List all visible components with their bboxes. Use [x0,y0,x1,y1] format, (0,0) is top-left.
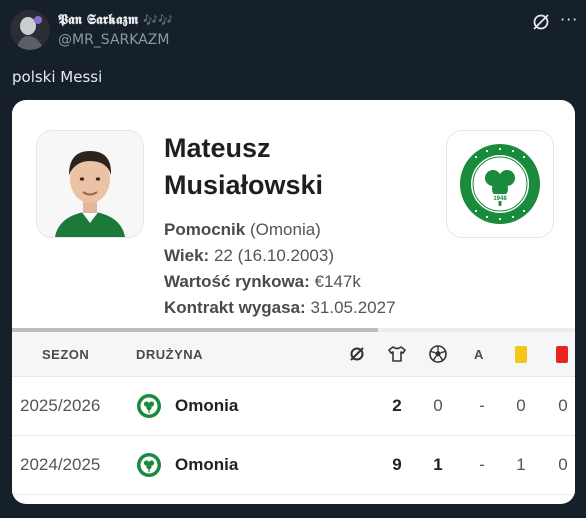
team-cell[interactable]: Omonia [175,455,238,475]
goals-cell: 0 [433,396,443,415]
header-assists: A [474,347,484,362]
season-cell: 2024/2025 [20,455,101,474]
yellow-cards-cell: 0 [516,396,526,415]
player-first-name: Mateusz [164,133,271,163]
position-value: Pomocnik [164,220,246,239]
apps-cell: 2 [392,396,402,415]
contract-label: Kontrakt wygasa: [164,298,306,317]
age-value: 22 (16.10.2003) [213,246,334,265]
red-cards-cell: 0 [558,455,568,474]
avatar[interactable] [10,10,50,50]
music-emoji: 🎶🎶 [143,13,174,27]
user-handle[interactable]: @MR_SARKAZM [58,32,169,48]
player-last-name: Musiałowski [164,170,324,200]
more-options-icon[interactable]: ··· [560,10,578,29]
yellow-card-icon [515,346,527,363]
assists-cell: - [479,396,485,415]
red-card-icon [556,346,568,363]
player-age: Wiek: 22 (16.10.2003) [164,246,334,266]
tweet-text: polski Messi [12,68,103,86]
grok-icon[interactable] [531,12,551,32]
apps-cell: 9 [392,455,402,474]
display-name[interactable]: 𝕻𝖆𝖓 𝕾𝖆𝖗𝖐𝖆𝖟𝖒 🎶🎶 [58,12,173,28]
season-cell: 2025/2026 [20,396,101,415]
average-icon [350,347,364,361]
player-position: Pomocnik (Omonia) [164,220,321,240]
header-season: SEZON [42,347,90,362]
tweet-media-card[interactable]: Mateusz Musiałowski Pomocnik (Omonia) Wi… [12,100,575,504]
table-row[interactable]: 2025/2026 Omonia 2 0 - 0 0 [12,377,575,436]
table-row[interactable]: 2024/2025 Omonia 9 1 - 1 0 [12,436,575,495]
club-logo: 1948 [446,130,554,238]
age-label: Wiek: [164,246,210,265]
player-name: Mateusz Musiałowski [164,130,424,204]
market-value-value: €147k [314,272,361,291]
player-photo [36,130,144,238]
team-cell[interactable]: Omonia [175,396,238,416]
ball-icon [429,345,447,363]
shirt-icon [388,346,406,362]
omonia-club-icon [137,453,161,477]
yellow-cards-cell: 1 [516,455,526,474]
contract-value: 31.05.2027 [310,298,396,317]
player-market-value: Wartość rynkowa: €147k [164,272,361,292]
avatar-image [10,10,50,50]
header-team: DRUŻYNA [136,347,204,362]
display-name-text: 𝕻𝖆𝖓 𝕾𝖆𝖗𝖐𝖆𝖟𝖒 [58,12,139,28]
red-cards-cell: 0 [558,396,568,415]
stats-table-header: SEZON DRUŻYNA A [12,332,575,377]
omonia-logo-icon: 1948 [460,144,540,224]
position-club: (Omonia) [249,220,321,239]
assists-cell: - [479,455,485,474]
market-value-label: Wartość rynkowa: [164,272,310,291]
player-contract: Kontrakt wygasa: 31.05.2027 [164,298,396,318]
omonia-club-icon [137,394,161,418]
svg-text:1948: 1948 [493,196,507,202]
goals-cell: 1 [433,455,443,474]
